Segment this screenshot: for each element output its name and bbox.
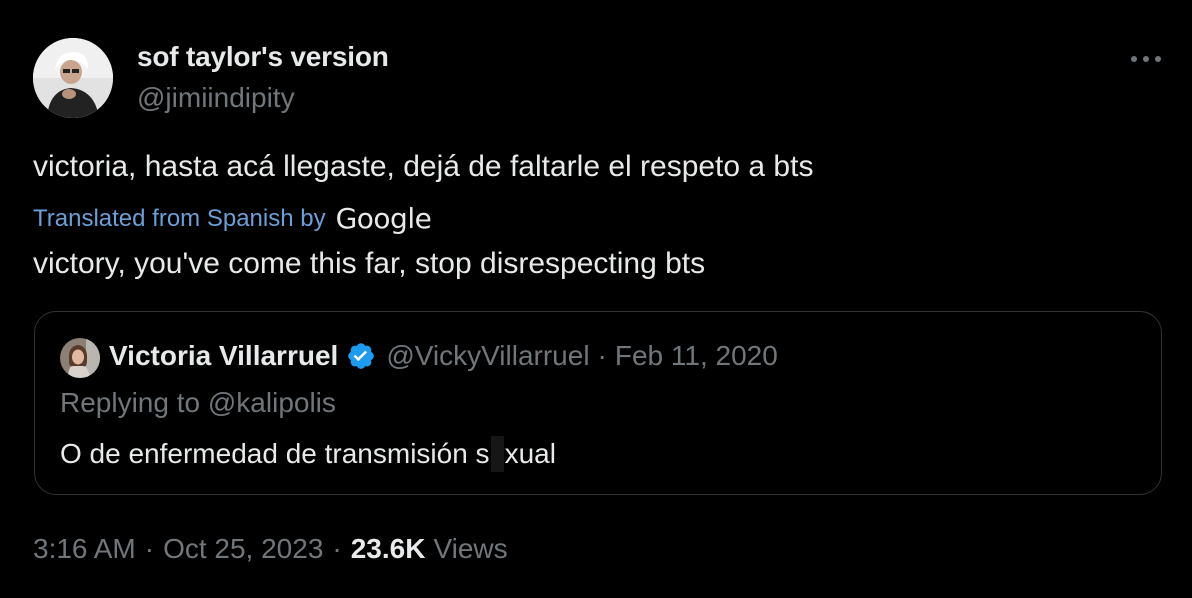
quoted-author-avatar	[60, 338, 100, 378]
quoted-tweet-header: Victoria Villarruel @VickyVillarruel · F…	[109, 340, 778, 372]
author-display-name[interactable]: sof taylor's version	[137, 41, 389, 73]
translated-from-link[interactable]: Translated from Spanish by	[33, 205, 326, 233]
more-horizontal-icon	[1131, 56, 1161, 62]
tweet-date[interactable]: Oct 25, 2023	[163, 533, 323, 565]
replying-to-handle[interactable]: @kalipolis	[208, 387, 336, 418]
views-label: Views	[433, 533, 508, 564]
tweet-metadata: 3:16 AM · Oct 25, 2023 · 23.6K Views	[33, 533, 508, 565]
quoted-tweet-date[interactable]: Feb 11, 2020	[615, 340, 778, 372]
tweet-time[interactable]: 3:16 AM	[33, 533, 136, 565]
verified-badge-icon	[346, 341, 376, 371]
censor-bar	[490, 436, 504, 472]
translation-attribution: Translated from Spanish by Google	[33, 202, 432, 235]
separator-dot: ·	[597, 340, 607, 371]
quoted-tweet[interactable]: Victoria Villarruel @VickyVillarruel · F…	[34, 311, 1162, 495]
more-options-button[interactable]	[1126, 44, 1166, 74]
quoted-text-end: xual	[504, 438, 556, 469]
quoted-text-start: O de enfermedad de transmisión s	[60, 438, 490, 469]
tweet: sof taylor's version @jimiindipity victo…	[0, 0, 1192, 598]
quoted-tweet-text: O de enfermedad de transmisión s xual	[60, 436, 556, 472]
views-count[interactable]: 23.6K	[351, 533, 426, 565]
tweet-text: victoria, hasta acá llegaste, dejá de fa…	[33, 150, 814, 183]
replying-to-prefix: Replying to	[60, 387, 201, 418]
google-logo: Google	[335, 202, 432, 235]
translated-text: victory, you've come this far, stop disr…	[33, 247, 706, 280]
author-handle[interactable]: @jimiindipity	[137, 82, 295, 114]
author-avatar[interactable]	[33, 38, 113, 118]
quoted-author-name[interactable]: Victoria Villarruel	[109, 340, 338, 372]
separator-dot: ·	[332, 533, 342, 564]
separator-dot: ·	[144, 533, 155, 564]
replying-to: Replying to @kalipolis	[60, 387, 336, 419]
quoted-author-handle[interactable]: @VickyVillarruel	[386, 340, 589, 372]
